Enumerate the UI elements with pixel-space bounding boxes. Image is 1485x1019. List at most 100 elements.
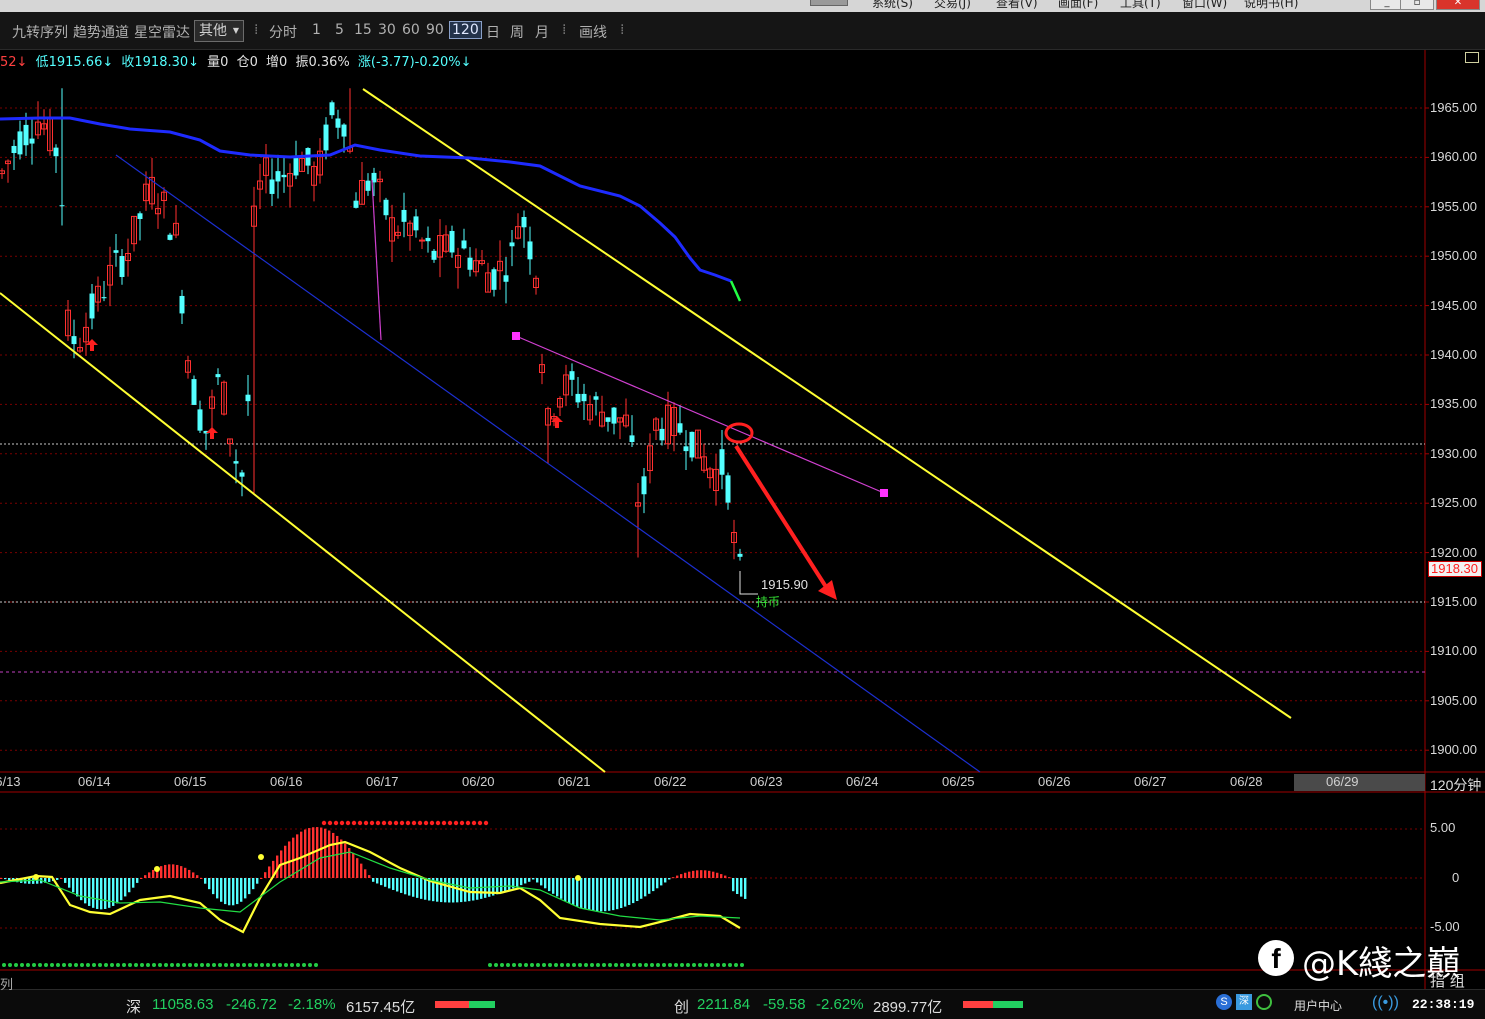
- green-signal-dot: [692, 963, 696, 967]
- green-signal-dot: [50, 963, 54, 967]
- candle-body-up: [473, 260, 479, 273]
- red-signal-dot: [345, 820, 351, 826]
- macd-bar-negative: [484, 878, 487, 898]
- green-signal-dot: [8, 963, 12, 967]
- candle-body-up: [5, 160, 11, 165]
- side-tab-label[interactable]: 指 组: [1430, 970, 1465, 991]
- other-select[interactable]: 其他 ▼: [194, 20, 244, 42]
- period-week[interactable]: 周: [510, 22, 524, 42]
- draw-line-button[interactable]: 画线: [579, 22, 607, 42]
- menu-item-tools[interactable]: 工具(T): [1120, 0, 1161, 11]
- macd-bar-negative: [228, 878, 231, 906]
- close-icon[interactable]: ✕: [1436, 0, 1480, 10]
- period-day[interactable]: 日: [486, 22, 500, 42]
- green-signal-dot: [104, 963, 108, 967]
- candle-body-up: [557, 397, 563, 408]
- menu-item-view[interactable]: 查看(V): [996, 0, 1038, 11]
- candle-body-down: [23, 124, 29, 146]
- green-signal-dot: [662, 963, 666, 967]
- green-signal-dot: [188, 963, 192, 967]
- index2-amount: 2899.77亿: [873, 999, 943, 1016]
- macd-bar-positive: [0, 878, 3, 879]
- date-axis-label: 06/24: [846, 774, 879, 789]
- green-signal-dot: [728, 963, 732, 967]
- indicator-trend-channel[interactable]: 趋势通道: [73, 22, 129, 42]
- macd-bar-negative: [100, 878, 103, 910]
- period-60[interactable]: 60: [402, 22, 420, 38]
- candle-body-up: [359, 179, 365, 205]
- macd-bar-negative: [416, 878, 419, 898]
- candle-body-up: [143, 183, 149, 202]
- signal-dots: [2, 820, 744, 967]
- period-30[interactable]: 30: [378, 22, 396, 38]
- date-axis-highlight: [1294, 774, 1425, 791]
- red-signal-dot: [471, 820, 477, 826]
- macd-bar-negative: [120, 878, 123, 901]
- price-grid: [0, 107, 1429, 751]
- minimize-icon[interactable]: _: [1370, 0, 1404, 10]
- menu-item-trade[interactable]: 交易(J): [934, 0, 971, 11]
- menu-item-system[interactable]: 系统(S): [872, 0, 913, 11]
- green-signal-dot: [290, 963, 294, 967]
- macd-bar-positive: [336, 835, 339, 878]
- green-signal-dot: [626, 963, 630, 967]
- ma-curve-tail: [729, 280, 742, 302]
- macd-bar-negative: [532, 878, 535, 880]
- period-5[interactable]: 5: [335, 22, 344, 38]
- candle-body-down: [239, 472, 245, 477]
- macd-bar-negative: [452, 878, 455, 903]
- restore-icon[interactable]: ▫: [1400, 0, 1434, 10]
- candle-body-down: [233, 461, 239, 464]
- menu-item-help[interactable]: 说明书(H): [1244, 0, 1298, 11]
- macd-bar-negative: [624, 878, 627, 907]
- macd-bar-negative: [512, 878, 515, 889]
- green-signal-dot: [92, 963, 96, 967]
- macd-bar-negative: [56, 878, 59, 880]
- green-signal-dot: [176, 963, 180, 967]
- shanghai-icon[interactable]: S: [1216, 994, 1232, 1010]
- candle-body-down: [491, 269, 497, 290]
- candle-body-down: [269, 179, 275, 194]
- maximize-panel-icon[interactable]: [1465, 52, 1479, 63]
- date-axis-label: 06/26: [1038, 774, 1071, 789]
- green-signal-dot: [656, 963, 660, 967]
- period-month[interactable]: 月: [535, 22, 549, 42]
- candle-body-up: [617, 417, 623, 423]
- low-marker-leader: [739, 571, 758, 595]
- indicator-star-radar[interactable]: 星空雷达: [134, 22, 190, 42]
- candle-body-down: [53, 147, 59, 157]
- period-120[interactable]: 120: [449, 21, 482, 39]
- index2-bar-red: [963, 1001, 993, 1008]
- price-axis-label: 1965.00: [1430, 100, 1477, 115]
- low-marker-tag: 持币: [756, 595, 781, 609]
- green-signal-dot: [488, 963, 492, 967]
- green-signal-dot: [272, 963, 276, 967]
- period-90[interactable]: 90: [426, 22, 444, 38]
- macd-bar-negative: [424, 878, 427, 900]
- candle-body-down: [203, 430, 209, 434]
- candle-body-down: [431, 250, 437, 260]
- indicator-nine-turn[interactable]: 九转序列: [12, 22, 68, 42]
- date-axis-label: 06/22: [654, 774, 687, 789]
- date-axis-label: 06/13: [0, 774, 21, 789]
- index1-name: 深: [126, 999, 142, 1016]
- refresh-icon[interactable]: [1256, 994, 1272, 1010]
- facebook-icon: f: [1258, 940, 1294, 976]
- menu-item-window[interactable]: 窗口(W): [1182, 0, 1227, 11]
- menu-item-screen[interactable]: 画面(F): [1058, 0, 1098, 11]
- green-signal-dot: [734, 963, 738, 967]
- shenzhen-icon[interactable]: 深: [1236, 994, 1252, 1010]
- macd-bar-negative: [656, 878, 659, 889]
- macd-bar-negative: [124, 878, 127, 897]
- macd-bar-negative: [508, 878, 511, 890]
- green-signal-dot: [74, 963, 78, 967]
- green-signal-dot: [110, 963, 114, 967]
- macd-bar-negative: [136, 878, 139, 883]
- period-intraday[interactable]: 分时: [269, 22, 297, 42]
- left-tab-label[interactable]: 列: [0, 974, 13, 993]
- period-15[interactable]: 15: [354, 22, 372, 38]
- period-1[interactable]: 1: [312, 22, 321, 38]
- macd-bar-negative: [80, 878, 83, 901]
- candle-body-down: [119, 256, 125, 277]
- user-center-link[interactable]: 用户中心: [1294, 997, 1342, 1014]
